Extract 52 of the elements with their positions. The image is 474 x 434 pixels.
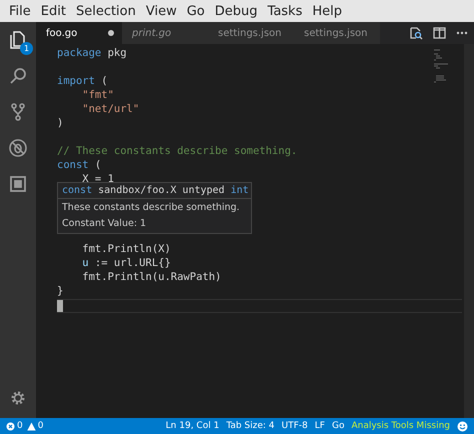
count-badge: 1: [20, 42, 33, 55]
warning-status-item[interactable]: Analysis Tools Missing: [351, 421, 450, 431]
code-line: "net/url": [81, 103, 140, 115]
extensions-icon: [8, 174, 28, 194]
unsaved-dot-icon: [108, 30, 114, 36]
status-item[interactable]: UTF-8: [282, 421, 308, 431]
hover-value: Constant Value: 1: [62, 218, 146, 229]
menu-item[interactable]: Tasks: [262, 4, 308, 18]
status-item[interactable]: Go: [332, 421, 344, 431]
text-cursor: [57, 300, 63, 312]
errors-status[interactable]: 0: [6, 421, 23, 431]
editor-tab[interactable]: settings.json: [294, 22, 380, 44]
warnings-status[interactable]: 0: [26, 421, 44, 431]
editor-tab[interactable]: settings.json: [208, 22, 294, 44]
no-bug-icon: [8, 138, 28, 158]
menu-item[interactable]: File: [4, 4, 36, 18]
menu-item[interactable]: Debug: [210, 4, 263, 18]
code-line: }: [57, 285, 64, 297]
code-line: import (: [57, 75, 108, 87]
smiley-icon[interactable]: [457, 420, 468, 432]
code-line: const (: [57, 159, 102, 171]
split-editor-icon[interactable]: [433, 27, 446, 39]
code-line: fmt.Println(u.RawPath): [81, 271, 222, 283]
menu-item[interactable]: View: [140, 4, 182, 18]
code-line: fmt.Println(X): [81, 243, 171, 255]
hover-doc: These constants describe something.: [62, 202, 240, 213]
menu-item[interactable]: Selection: [70, 4, 141, 18]
search-icon: [8, 66, 28, 86]
activity-button[interactable]: 1: [6, 28, 30, 52]
status-item[interactable]: Tab Size: 4: [226, 421, 275, 431]
editor-tab[interactable]: foo.go: [36, 22, 122, 44]
scrollbar[interactable]: [464, 44, 474, 418]
code-line: u := url.URL{}: [81, 257, 171, 269]
error-icon: [6, 422, 15, 430]
menu-item[interactable]: Go: [182, 4, 210, 18]
code-line: ): [57, 117, 64, 129]
menu-item[interactable]: Edit: [36, 4, 71, 18]
settings-icon: [10, 390, 26, 406]
open-changes-icon[interactable]: [409, 26, 423, 40]
warning-icon: [26, 422, 36, 430]
editor-tab[interactable]: print.go: [122, 22, 208, 44]
files-icon: [8, 30, 28, 50]
hover-signature: const sandbox/foo.X untyped int: [62, 185, 249, 196]
code-line: package pkg: [57, 47, 127, 59]
activity-button[interactable]: [6, 136, 30, 160]
code-line: X = 1: [81, 173, 114, 185]
more-icon[interactable]: [456, 31, 468, 35]
code-line: "fmt": [81, 89, 114, 101]
status-item[interactable]: LF: [314, 421, 325, 431]
menu-item[interactable]: Help: [307, 4, 348, 18]
status-item[interactable]: Ln 19, Col 1: [166, 421, 220, 431]
code-comment: // These constants describe something.: [57, 145, 298, 157]
